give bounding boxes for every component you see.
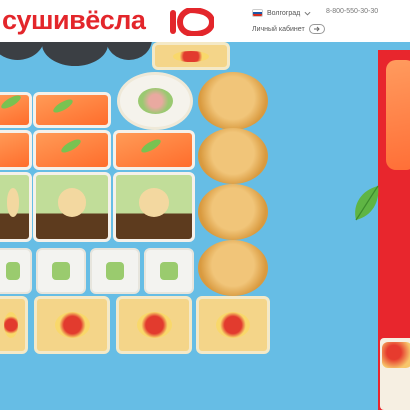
roll-tempura xyxy=(198,72,268,130)
roll-tempura xyxy=(198,128,268,184)
basil-leaf-icon xyxy=(355,185,379,221)
cabinet-link[interactable]: Личный кабинет xyxy=(252,23,325,35)
serving-plate xyxy=(0,42,45,60)
serving-plate xyxy=(106,42,152,60)
serving-plate xyxy=(42,42,108,66)
russia-flag-icon xyxy=(252,9,263,17)
roll-salmon xyxy=(33,92,111,128)
brand-logo-mark-icon[interactable] xyxy=(168,8,214,36)
roll-baked xyxy=(116,296,192,354)
roll-baked xyxy=(0,296,28,354)
roll-cucumber xyxy=(144,248,194,294)
site-header: сушивёсла Волгоград 8-800-550-30-30 Личн… xyxy=(0,0,410,42)
roll-dragon xyxy=(0,172,32,242)
region-city: Волгоград xyxy=(267,9,301,17)
roll-cucumber xyxy=(0,248,32,294)
roll-tempura xyxy=(198,240,268,296)
roll-white xyxy=(117,72,193,130)
roll-salmon xyxy=(0,130,32,170)
roll-baked xyxy=(34,296,110,354)
salmon-slice-image xyxy=(386,60,410,170)
roll-cucumber xyxy=(36,248,86,294)
roll-dragon xyxy=(113,172,195,242)
chevron-down-icon xyxy=(304,11,311,16)
roll-tempura xyxy=(198,184,268,240)
roll-baked xyxy=(152,42,230,70)
roll-salmon xyxy=(113,130,195,170)
login-arrow-icon xyxy=(308,24,325,34)
cabinet-label: Личный кабинет xyxy=(252,25,305,33)
roll-baked xyxy=(196,296,270,354)
roll-dragon xyxy=(33,172,111,242)
dessert-topping-image xyxy=(382,342,410,368)
hero-banner[interactable] xyxy=(0,42,410,410)
phone-link[interactable]: 8-800-550-30-30 xyxy=(326,8,378,15)
region-selector[interactable]: Волгоград xyxy=(252,6,311,20)
roll-cucumber xyxy=(90,248,140,294)
brand-logo[interactable]: сушивёсла xyxy=(2,5,146,35)
